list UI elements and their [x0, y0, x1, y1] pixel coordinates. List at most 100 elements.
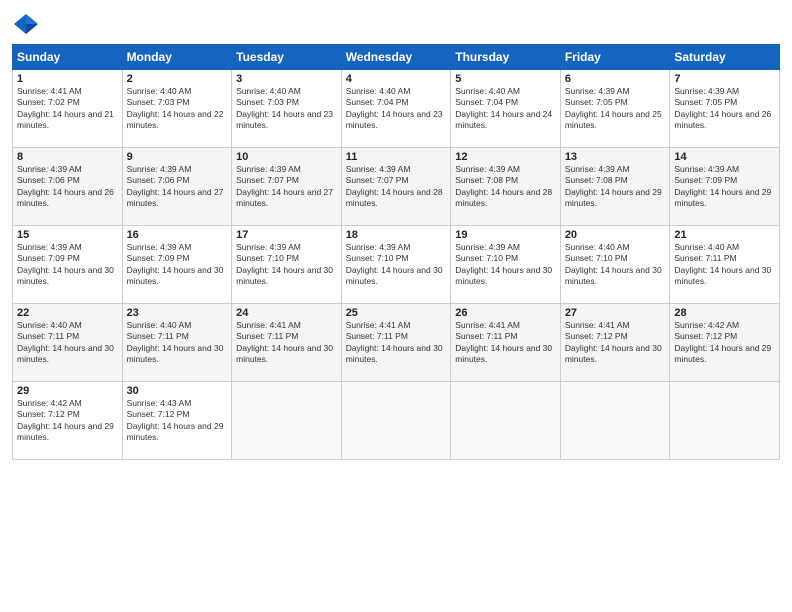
calendar-header: SundayMondayTuesdayWednesdayThursdayFrid… [13, 45, 780, 70]
day-number: 21 [674, 229, 775, 241]
day-info: Sunrise: 4:42 AM Sunset: 7:12 PM Dayligh… [674, 320, 775, 366]
day-info: Sunrise: 4:41 AM Sunset: 7:11 PM Dayligh… [455, 320, 556, 366]
day-cell-22: 22Sunrise: 4:40 AM Sunset: 7:11 PM Dayli… [13, 304, 123, 382]
header-cell-sunday: Sunday [13, 45, 123, 70]
day-info: Sunrise: 4:39 AM Sunset: 7:09 PM Dayligh… [127, 242, 228, 288]
day-cell-24: 24Sunrise: 4:41 AM Sunset: 7:11 PM Dayli… [232, 304, 342, 382]
day-info: Sunrise: 4:39 AM Sunset: 7:05 PM Dayligh… [674, 86, 775, 132]
day-info: Sunrise: 4:39 AM Sunset: 7:09 PM Dayligh… [17, 242, 118, 288]
day-number: 6 [565, 73, 666, 85]
day-number: 11 [346, 151, 447, 163]
day-cell-6: 6Sunrise: 4:39 AM Sunset: 7:05 PM Daylig… [560, 70, 670, 148]
day-number: 28 [674, 307, 775, 319]
day-info: Sunrise: 4:39 AM Sunset: 7:06 PM Dayligh… [17, 164, 118, 210]
day-cell-2: 2Sunrise: 4:40 AM Sunset: 7:03 PM Daylig… [122, 70, 232, 148]
day-cell-23: 23Sunrise: 4:40 AM Sunset: 7:11 PM Dayli… [122, 304, 232, 382]
day-cell-10: 10Sunrise: 4:39 AM Sunset: 7:07 PM Dayli… [232, 148, 342, 226]
header-cell-saturday: Saturday [670, 45, 780, 70]
day-number: 29 [17, 385, 118, 397]
header-cell-wednesday: Wednesday [341, 45, 451, 70]
header-cell-monday: Monday [122, 45, 232, 70]
day-cell-9: 9Sunrise: 4:39 AM Sunset: 7:06 PM Daylig… [122, 148, 232, 226]
day-number: 5 [455, 73, 556, 85]
day-number: 10 [236, 151, 337, 163]
day-number: 4 [346, 73, 447, 85]
day-number: 17 [236, 229, 337, 241]
day-number: 19 [455, 229, 556, 241]
day-number: 18 [346, 229, 447, 241]
day-cell-21: 21Sunrise: 4:40 AM Sunset: 7:11 PM Dayli… [670, 226, 780, 304]
header-row: SundayMondayTuesdayWednesdayThursdayFrid… [13, 45, 780, 70]
day-info: Sunrise: 4:39 AM Sunset: 7:09 PM Dayligh… [674, 164, 775, 210]
day-number: 7 [674, 73, 775, 85]
day-cell-27: 27Sunrise: 4:41 AM Sunset: 7:12 PM Dayli… [560, 304, 670, 382]
day-info: Sunrise: 4:39 AM Sunset: 7:06 PM Dayligh… [127, 164, 228, 210]
day-cell-30: 30Sunrise: 4:43 AM Sunset: 7:12 PM Dayli… [122, 382, 232, 460]
day-info: Sunrise: 4:39 AM Sunset: 7:10 PM Dayligh… [455, 242, 556, 288]
calendar-body: 1Sunrise: 4:41 AM Sunset: 7:02 PM Daylig… [13, 70, 780, 460]
header-cell-tuesday: Tuesday [232, 45, 342, 70]
day-info: Sunrise: 4:40 AM Sunset: 7:11 PM Dayligh… [674, 242, 775, 288]
day-number: 13 [565, 151, 666, 163]
day-info: Sunrise: 4:39 AM Sunset: 7:08 PM Dayligh… [455, 164, 556, 210]
day-info: Sunrise: 4:40 AM Sunset: 7:11 PM Dayligh… [17, 320, 118, 366]
calendar-week-2: 15Sunrise: 4:39 AM Sunset: 7:09 PM Dayli… [13, 226, 780, 304]
day-cell-17: 17Sunrise: 4:39 AM Sunset: 7:10 PM Dayli… [232, 226, 342, 304]
day-info: Sunrise: 4:41 AM Sunset: 7:11 PM Dayligh… [346, 320, 447, 366]
day-info: Sunrise: 4:41 AM Sunset: 7:11 PM Dayligh… [236, 320, 337, 366]
day-cell-13: 13Sunrise: 4:39 AM Sunset: 7:08 PM Dayli… [560, 148, 670, 226]
empty-cell [560, 382, 670, 460]
day-number: 12 [455, 151, 556, 163]
day-number: 22 [17, 307, 118, 319]
day-info: Sunrise: 4:40 AM Sunset: 7:04 PM Dayligh… [346, 86, 447, 132]
day-cell-11: 11Sunrise: 4:39 AM Sunset: 7:07 PM Dayli… [341, 148, 451, 226]
day-cell-3: 3Sunrise: 4:40 AM Sunset: 7:03 PM Daylig… [232, 70, 342, 148]
day-cell-12: 12Sunrise: 4:39 AM Sunset: 7:08 PM Dayli… [451, 148, 561, 226]
day-cell-5: 5Sunrise: 4:40 AM Sunset: 7:04 PM Daylig… [451, 70, 561, 148]
day-number: 15 [17, 229, 118, 241]
day-number: 20 [565, 229, 666, 241]
day-cell-19: 19Sunrise: 4:39 AM Sunset: 7:10 PM Dayli… [451, 226, 561, 304]
day-info: Sunrise: 4:41 AM Sunset: 7:12 PM Dayligh… [565, 320, 666, 366]
day-cell-28: 28Sunrise: 4:42 AM Sunset: 7:12 PM Dayli… [670, 304, 780, 382]
day-info: Sunrise: 4:40 AM Sunset: 7:03 PM Dayligh… [127, 86, 228, 132]
day-info: Sunrise: 4:39 AM Sunset: 7:05 PM Dayligh… [565, 86, 666, 132]
day-number: 8 [17, 151, 118, 163]
day-cell-20: 20Sunrise: 4:40 AM Sunset: 7:10 PM Dayli… [560, 226, 670, 304]
day-number: 24 [236, 307, 337, 319]
empty-cell [341, 382, 451, 460]
day-cell-18: 18Sunrise: 4:39 AM Sunset: 7:10 PM Dayli… [341, 226, 451, 304]
logo [12, 10, 44, 38]
calendar-week-0: 1Sunrise: 4:41 AM Sunset: 7:02 PM Daylig… [13, 70, 780, 148]
header-cell-friday: Friday [560, 45, 670, 70]
day-number: 25 [346, 307, 447, 319]
day-info: Sunrise: 4:40 AM Sunset: 7:11 PM Dayligh… [127, 320, 228, 366]
empty-cell [451, 382, 561, 460]
calendar-week-3: 22Sunrise: 4:40 AM Sunset: 7:11 PM Dayli… [13, 304, 780, 382]
day-number: 16 [127, 229, 228, 241]
day-number: 9 [127, 151, 228, 163]
day-number: 27 [565, 307, 666, 319]
day-info: Sunrise: 4:39 AM Sunset: 7:08 PM Dayligh… [565, 164, 666, 210]
day-info: Sunrise: 4:39 AM Sunset: 7:10 PM Dayligh… [236, 242, 337, 288]
page-container: SundayMondayTuesdayWednesdayThursdayFrid… [0, 0, 792, 470]
day-info: Sunrise: 4:39 AM Sunset: 7:07 PM Dayligh… [346, 164, 447, 210]
day-number: 23 [127, 307, 228, 319]
calendar-week-4: 29Sunrise: 4:42 AM Sunset: 7:12 PM Dayli… [13, 382, 780, 460]
header-cell-thursday: Thursday [451, 45, 561, 70]
day-cell-1: 1Sunrise: 4:41 AM Sunset: 7:02 PM Daylig… [13, 70, 123, 148]
day-cell-8: 8Sunrise: 4:39 AM Sunset: 7:06 PM Daylig… [13, 148, 123, 226]
day-number: 2 [127, 73, 228, 85]
empty-cell [232, 382, 342, 460]
day-cell-26: 26Sunrise: 4:41 AM Sunset: 7:11 PM Dayli… [451, 304, 561, 382]
day-info: Sunrise: 4:40 AM Sunset: 7:10 PM Dayligh… [565, 242, 666, 288]
day-info: Sunrise: 4:40 AM Sunset: 7:03 PM Dayligh… [236, 86, 337, 132]
day-cell-7: 7Sunrise: 4:39 AM Sunset: 7:05 PM Daylig… [670, 70, 780, 148]
day-cell-4: 4Sunrise: 4:40 AM Sunset: 7:04 PM Daylig… [341, 70, 451, 148]
day-number: 26 [455, 307, 556, 319]
logo-icon [12, 10, 40, 38]
empty-cell [670, 382, 780, 460]
day-cell-25: 25Sunrise: 4:41 AM Sunset: 7:11 PM Dayli… [341, 304, 451, 382]
day-info: Sunrise: 4:41 AM Sunset: 7:02 PM Dayligh… [17, 86, 118, 132]
calendar-week-1: 8Sunrise: 4:39 AM Sunset: 7:06 PM Daylig… [13, 148, 780, 226]
